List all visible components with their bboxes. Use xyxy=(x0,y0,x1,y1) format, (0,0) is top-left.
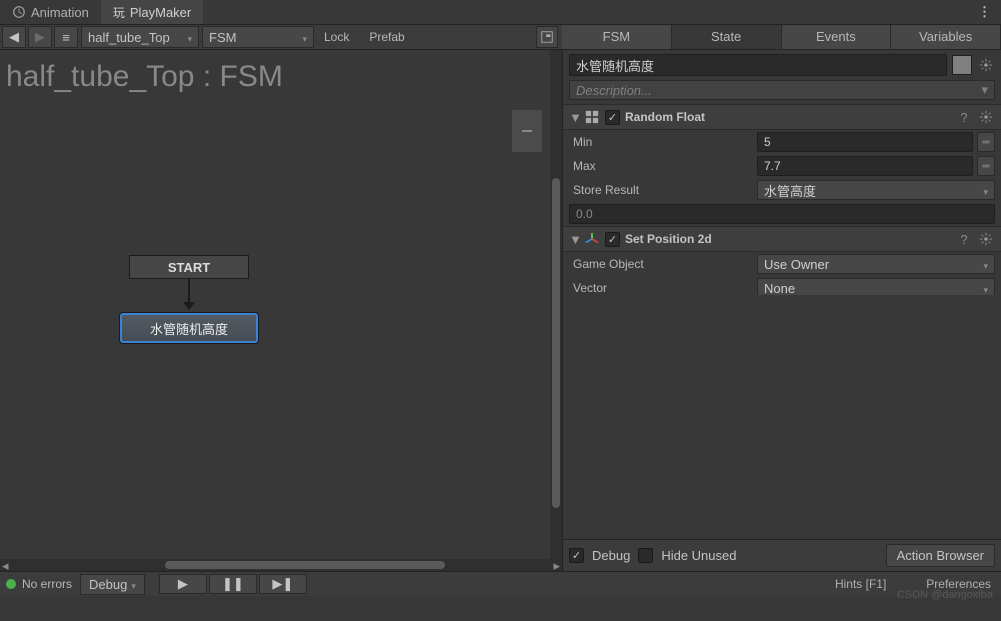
debug-checkbox[interactable] xyxy=(569,548,584,563)
min-row: Min ═ xyxy=(563,130,1001,154)
help-icon[interactable]: ? xyxy=(956,110,972,125)
pause-button[interactable]: ❚❚ xyxy=(209,574,257,594)
clock-icon xyxy=(12,5,26,19)
var-toggle-button[interactable]: ═ xyxy=(977,156,995,176)
gameobject-label: Game Object xyxy=(569,257,753,271)
playmaker-icon: 玩 xyxy=(113,4,125,21)
grid-icon xyxy=(584,109,600,125)
gear-icon xyxy=(979,58,993,72)
axes-icon xyxy=(584,231,600,247)
fsm-dropdown[interactable]: FSM xyxy=(202,26,314,48)
playmaker-tab-label: PlayMaker xyxy=(130,5,191,20)
chevron-down-icon: ▾ xyxy=(981,82,988,98)
debug-bar: Debug Hide Unused Action Browser xyxy=(563,539,1001,571)
inspector-panel: Description... ▾ ▼ Random Float ? Min ═ xyxy=(562,50,1001,571)
main-area: half_tube_Top : FSM START 水管随机高度 ◂ ▸ Des… xyxy=(0,50,1001,571)
state-name-input[interactable] xyxy=(569,54,947,76)
vector-label: Vector xyxy=(569,281,753,295)
graph-canvas[interactable]: half_tube_Top : FSM START 水管随机高度 ◂ ▸ xyxy=(0,50,562,571)
animation-tab[interactable]: Animation xyxy=(0,0,101,24)
prefab-button[interactable]: Prefab xyxy=(359,30,414,44)
action-settings-button[interactable] xyxy=(977,108,995,126)
vector-dropdown[interactable]: None xyxy=(757,278,995,295)
start-node[interactable]: START xyxy=(129,255,249,279)
state-color-swatch[interactable] xyxy=(952,55,972,75)
action-enabled-checkbox[interactable] xyxy=(605,110,620,125)
frame-icon xyxy=(540,30,554,44)
action-title: Set Position 2d xyxy=(625,232,951,246)
gear-icon xyxy=(979,110,993,124)
state-header xyxy=(563,50,1001,80)
fsm-panel-tab[interactable]: FSM xyxy=(562,25,672,49)
random-preview-row xyxy=(569,204,995,224)
help-icon[interactable]: ? xyxy=(956,232,972,247)
store-result-label: Store Result xyxy=(569,183,753,197)
play-button[interactable]: ▶ xyxy=(159,574,207,594)
fsm-dropdown-label: FSM xyxy=(209,30,236,45)
playmaker-tab[interactable]: 玩 PlayMaker xyxy=(101,0,203,24)
state-settings-button[interactable] xyxy=(977,56,995,74)
max-label: Max xyxy=(569,159,753,173)
gameobject-row: Game Object Use Owner xyxy=(563,252,1001,276)
minimap-toggle[interactable] xyxy=(536,26,558,48)
variables-panel-tab[interactable]: Variables xyxy=(891,25,1001,49)
object-dropdown[interactable]: half_tube_Top xyxy=(81,26,199,48)
play-controls: ▶ ❚❚ ▶❚ xyxy=(159,574,307,594)
action-browser-button[interactable]: Action Browser xyxy=(886,544,995,567)
watermark: CSDN @dangoxiba xyxy=(897,589,993,601)
step-button[interactable]: ▶❚ xyxy=(259,574,307,594)
state-panel-tab[interactable]: State xyxy=(672,25,782,49)
canvas-vscrollbar[interactable] xyxy=(550,50,562,559)
nav-forward-button[interactable]: ▶ xyxy=(28,26,52,48)
foldout-icon: ▼ xyxy=(569,232,579,247)
random-preview-value xyxy=(569,204,995,224)
max-input[interactable] xyxy=(757,156,973,176)
canvas-title: half_tube_Top : FSM xyxy=(0,50,562,104)
foldout-icon: ▼ xyxy=(569,110,579,125)
min-input[interactable] xyxy=(757,132,973,152)
hide-unused-checkbox[interactable] xyxy=(638,548,653,563)
action-enabled-checkbox[interactable] xyxy=(605,232,620,247)
debug-label: Debug xyxy=(592,548,630,563)
min-label: Min xyxy=(569,135,753,149)
debug-mode-dropdown[interactable]: Debug xyxy=(80,574,145,595)
action-random-float-header[interactable]: ▼ Random Float ? xyxy=(563,104,1001,130)
var-toggle-button[interactable]: ═ xyxy=(977,132,995,152)
action-settings-button[interactable] xyxy=(977,230,995,248)
action-title: Random Float xyxy=(625,110,951,124)
status-indicator-icon xyxy=(6,579,16,589)
vector-row: Vector None xyxy=(563,276,1001,295)
object-dropdown-label: half_tube_Top xyxy=(88,30,170,45)
store-result-row: Store Result 水管高度 xyxy=(563,178,1001,202)
nav-back-button[interactable]: ◀ xyxy=(2,26,26,48)
lock-toggle[interactable]: Lock xyxy=(314,30,359,44)
store-result-dropdown[interactable]: 水管高度 xyxy=(757,180,995,200)
events-panel-tab[interactable]: Events xyxy=(782,25,892,49)
max-row: Max ═ xyxy=(563,154,1001,178)
hide-unused-label: Hide Unused xyxy=(661,548,736,563)
status-bar: No errors Debug ▶ ❚❚ ▶❚ Hints [F1] Prefe… xyxy=(0,571,1001,596)
toolbar: ◀ ▶ ≡ half_tube_Top FSM Lock Prefab FSM … xyxy=(0,25,1001,50)
status-text: No errors xyxy=(22,577,72,591)
animation-tab-label: Animation xyxy=(31,5,89,20)
action-setposition2d-header[interactable]: ▼ Set Position 2d ? xyxy=(563,226,1001,252)
state-node[interactable]: 水管随机高度 xyxy=(120,313,258,343)
gear-icon xyxy=(979,232,993,246)
minimap[interactable] xyxy=(512,110,542,152)
description-input[interactable]: Description... ▾ xyxy=(569,80,995,100)
list-button[interactable]: ≡ xyxy=(54,26,78,48)
tab-menu-button[interactable]: ⋮ xyxy=(968,4,1001,20)
canvas-hscrollbar[interactable]: ◂ ▸ xyxy=(0,559,562,571)
gameobject-dropdown[interactable]: Use Owner xyxy=(757,254,995,274)
window-tabs: Animation 玩 PlayMaker ⋮ xyxy=(0,0,1001,25)
